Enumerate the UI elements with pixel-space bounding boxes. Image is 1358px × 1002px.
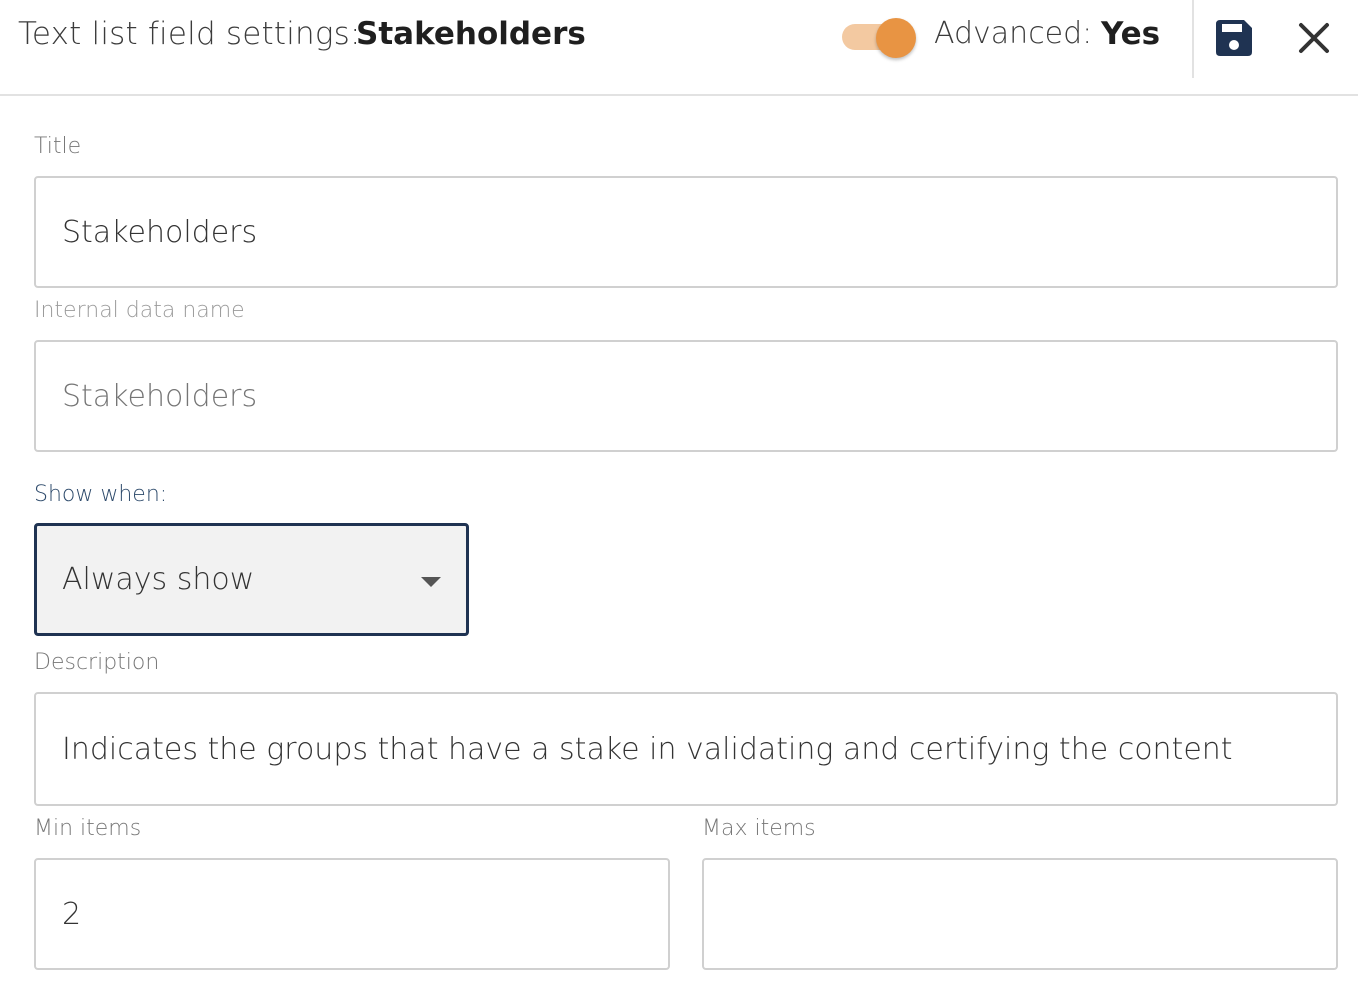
- min-items-input[interactable]: [34, 858, 670, 970]
- toggle-knob: [876, 18, 916, 58]
- header-divider: [1192, 0, 1194, 78]
- close-button[interactable]: [1294, 18, 1334, 58]
- advanced-toggle[interactable]: [842, 18, 918, 58]
- header-field-name: Stakeholders: [356, 16, 586, 52]
- max-items-input[interactable]: [702, 858, 1338, 970]
- internal-name-input[interactable]: [34, 340, 1338, 452]
- description-label: Description: [34, 650, 160, 675]
- show-when-select[interactable]: Always show: [34, 523, 469, 636]
- dialog-header: Text list field settings: Stakeholders A…: [0, 0, 1358, 96]
- show-when-label: Show when:: [34, 482, 168, 507]
- max-items-label: Max items: [702, 816, 816, 841]
- close-icon: [1299, 23, 1329, 53]
- title-label: Title: [34, 134, 82, 159]
- internal-name-label: Internal data name: [34, 298, 245, 323]
- show-when-selected-value: Always show: [62, 562, 255, 597]
- min-items-label: Min items: [34, 816, 142, 841]
- advanced-label: Advanced:: [934, 16, 1093, 51]
- header-title-label: Text list field settings:: [18, 16, 361, 52]
- title-input[interactable]: [34, 176, 1338, 288]
- description-input[interactable]: [34, 692, 1338, 806]
- chevron-down-icon: [421, 577, 441, 587]
- save-button[interactable]: [1214, 18, 1254, 58]
- save-icon: [1216, 20, 1252, 56]
- advanced-value: Yes: [1101, 16, 1161, 52]
